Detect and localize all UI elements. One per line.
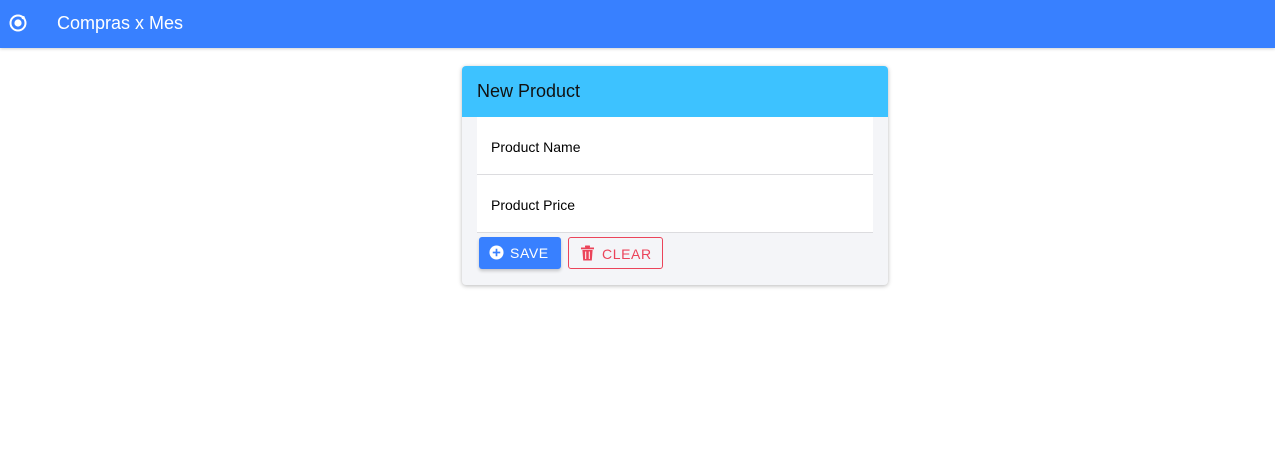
trash-icon — [581, 245, 594, 261]
product-price-item — [477, 175, 873, 233]
add-circle-icon — [489, 245, 504, 260]
card-header: New Product — [462, 66, 888, 117]
save-button-label: SAVE — [510, 245, 549, 261]
new-product-card: New Product SAVE CLEAR — [462, 66, 888, 285]
save-button[interactable]: SAVE — [479, 237, 561, 269]
clear-button[interactable]: CLEAR — [568, 237, 663, 269]
page-title: Compras x Mes — [57, 13, 184, 33]
product-price-input[interactable] — [491, 195, 861, 215]
ionic-logo-icon[interactable] — [8, 13, 28, 33]
card-title: New Product — [477, 81, 581, 101]
clear-button-label: CLEAR — [602, 246, 652, 262]
product-name-input[interactable] — [491, 137, 861, 157]
product-name-item — [477, 117, 873, 175]
app-toolbar: Compras x Mes — [0, 0, 1275, 48]
